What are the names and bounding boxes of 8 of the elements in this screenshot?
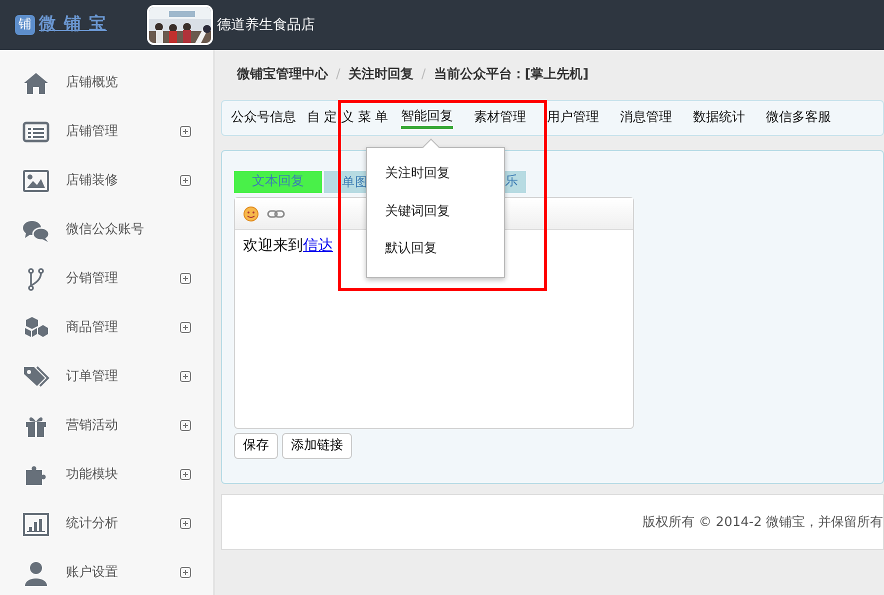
copyright-text: 版权所有 © 2014-2 微铺宝，并保留所有: [642, 514, 883, 532]
logo-text: 微 铺 宝: [39, 13, 107, 36]
logo-icon: 铺: [15, 15, 35, 35]
message-text: 欢迎来到信达: [243, 235, 333, 256]
breadcrumb-separator: /: [336, 66, 340, 84]
breadcrumb-separator: /: [421, 66, 426, 84]
store-name: 德道养生食品店: [217, 16, 315, 34]
breadcrumb-current: 当前公众平台：[掌上先机]: [434, 66, 589, 84]
